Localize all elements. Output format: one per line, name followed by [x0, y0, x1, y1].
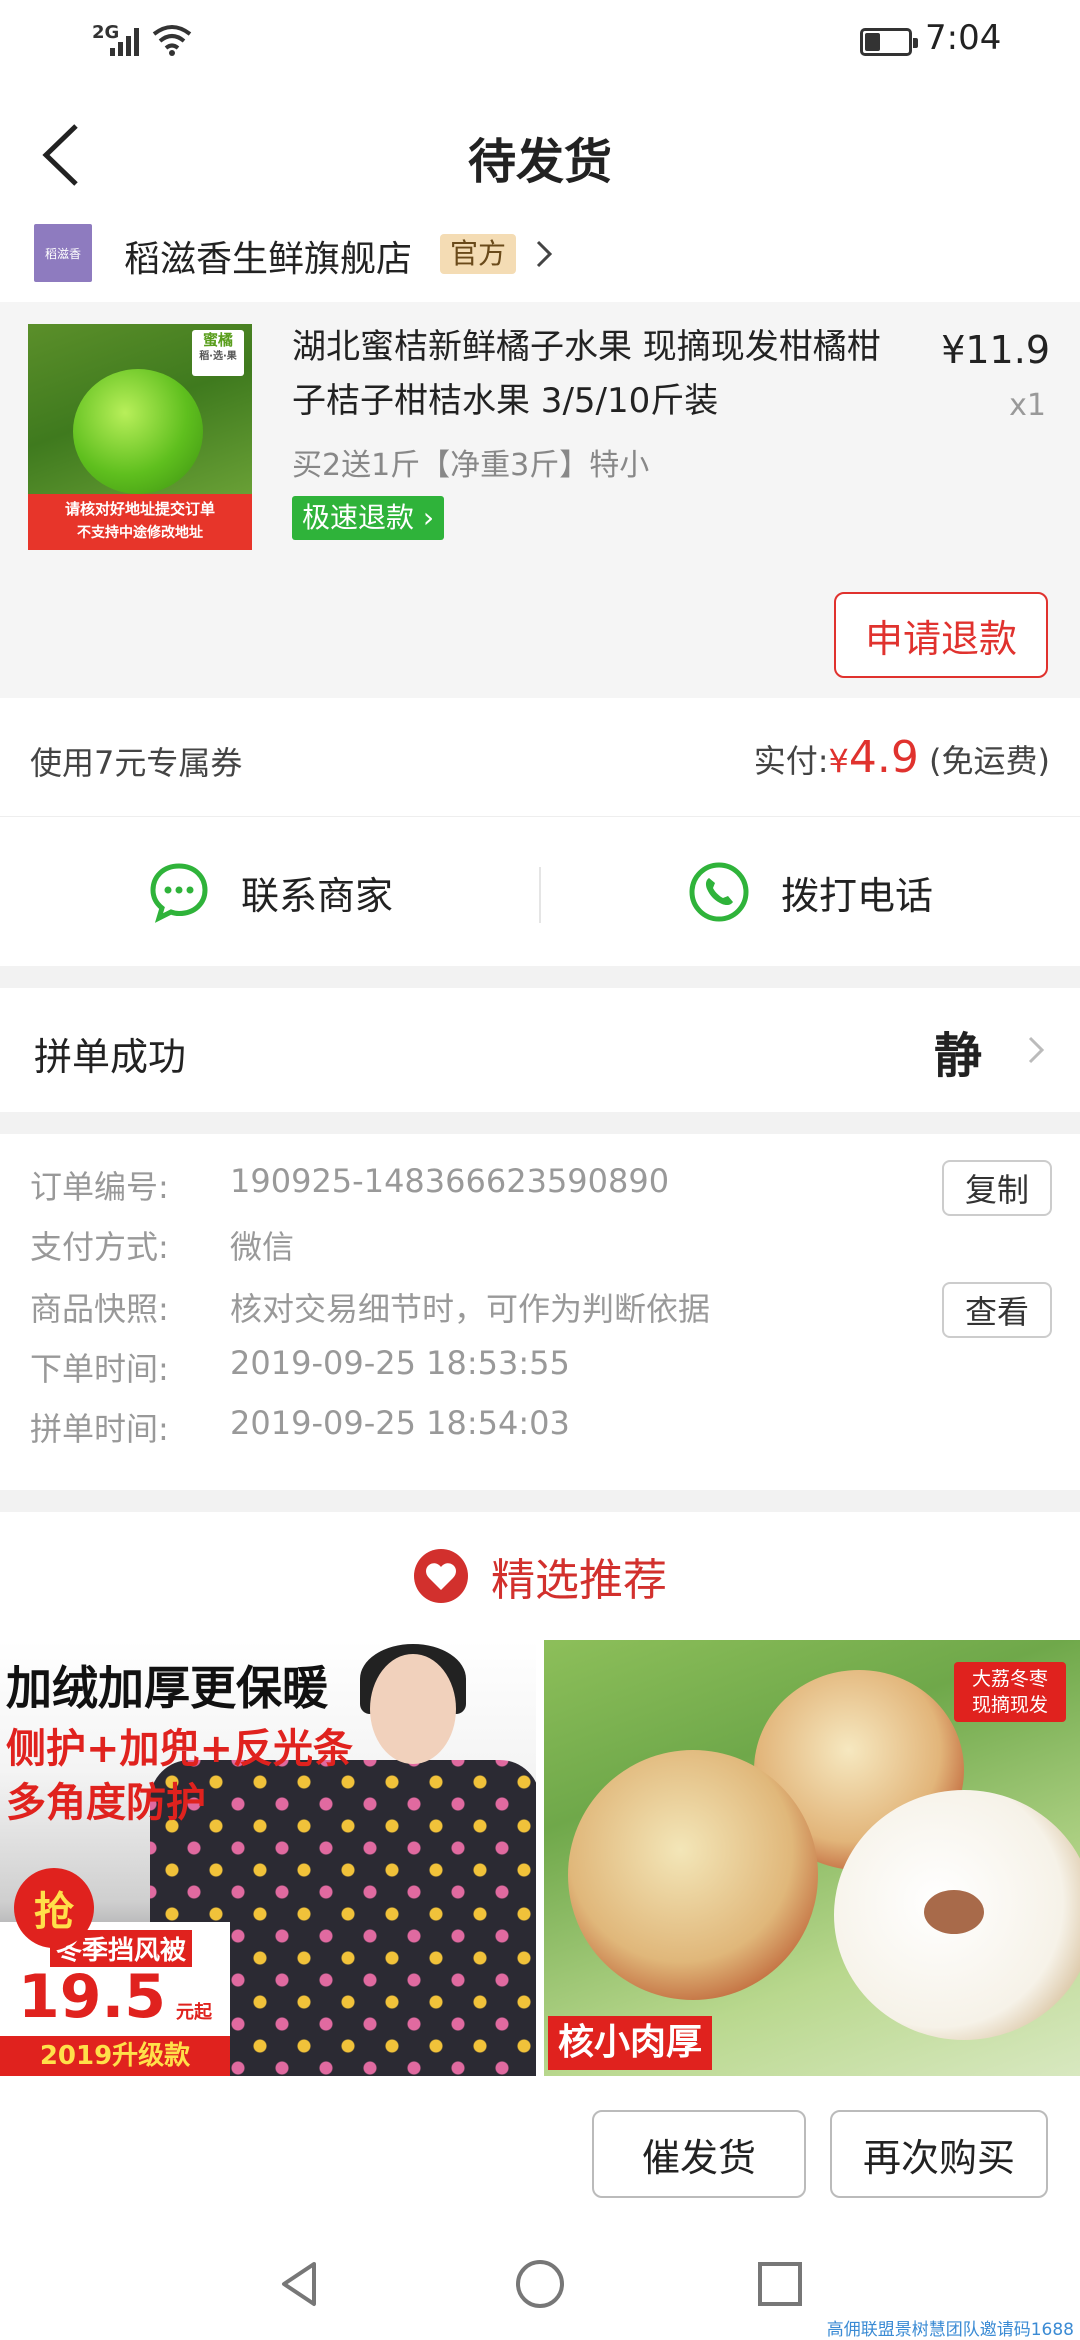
- apply-refund-button[interactable]: 申请退款: [834, 592, 1048, 678]
- rebuy-button[interactable]: 再次购买: [830, 2110, 1048, 2198]
- system-nav-bar: 高佣联盟景树慧团队邀请码1688: [0, 2226, 1080, 2340]
- action-bar: 催发货 再次购买: [0, 2076, 1080, 2226]
- product-quantity: x1: [1009, 388, 1046, 423]
- group-time: 2019-09-25 18:54:03: [230, 1404, 570, 1442]
- section-gap: [0, 966, 1080, 988]
- contact-merchant-label: 联系商家: [240, 873, 393, 918]
- view-snapshot-button[interactable]: 查看: [942, 1282, 1052, 1338]
- product-title[interactable]: 湖北蜜桔新鲜橘子水果 现摘现发柑橘柑子桔子柑桔水果 3/5/10斤装: [292, 320, 912, 428]
- product-image-banner: 请核对好地址提交订单 不支持中途修改地址: [28, 494, 252, 550]
- promo-bottom: 2019升级款: [0, 2036, 230, 2076]
- call-button[interactable]: 拨打电话: [540, 817, 1080, 967]
- status-bar: 2G 7:04: [0, 0, 1080, 80]
- signal-icon: [110, 24, 144, 56]
- product-price: ¥11.9: [941, 328, 1050, 372]
- order-time: 2019-09-25 18:53:55: [230, 1344, 570, 1382]
- promo-feature: 侧护+加兜+反光条: [6, 1726, 354, 1772]
- section-gap: [0, 1112, 1080, 1134]
- section-gap: [0, 1490, 1080, 1512]
- grab-badge: 抢: [14, 1868, 94, 1948]
- paid-amount: 实付:¥4.9 (免运费): [754, 732, 1050, 783]
- order-number: 190925-148366623590890: [230, 1162, 670, 1200]
- paid-label: 实付:: [753, 742, 829, 780]
- header: 待发货: [0, 100, 1080, 210]
- product-label: 核小肉厚: [548, 2016, 713, 2070]
- contact-row: 联系商家 拨打电话: [0, 816, 1080, 966]
- battery-icon: [860, 28, 918, 56]
- coupon-text: 使用7元专属券: [30, 744, 243, 782]
- info-key: 支付方式:: [30, 1228, 169, 1266]
- shipping-note: (免运费): [929, 742, 1050, 780]
- snapshot-note: 核对交易细节时，可作为判断依据: [230, 1290, 711, 1328]
- chat-icon: [150, 863, 208, 923]
- page-title: 待发货: [467, 134, 612, 190]
- contact-merchant-button[interactable]: 联系商家: [0, 817, 540, 967]
- group-success-row[interactable]: 拼单成功 静: [0, 988, 1080, 1112]
- group-success-label: 拼单成功: [34, 1035, 187, 1079]
- remind-ship-button[interactable]: 催发货: [592, 2110, 806, 2198]
- avatar[interactable]: 静: [928, 1010, 1002, 1090]
- promo-headline: 加绒加厚更保暖: [6, 1661, 328, 1715]
- call-label: 拨打电话: [780, 873, 933, 918]
- info-key: 订单编号:: [30, 1168, 169, 1206]
- clock: 7:04: [925, 18, 1002, 58]
- info-key: 商品快照:: [30, 1290, 169, 1328]
- store-name[interactable]: 稻滋香生鲜旗舰店: [124, 230, 412, 282]
- watermark-text: 高佣联盟景树慧团队邀请码1688: [826, 2320, 1074, 2340]
- promo-unit: 元起: [176, 2002, 212, 2023]
- store-row[interactable]: 稻滋香 稻滋香生鲜旗舰店 官方: [0, 210, 1080, 302]
- product-image[interactable]: 蜜橘 稻·选·果 请核对好地址提交订单 不支持中途修改地址: [28, 324, 252, 550]
- heart-icon: [414, 1549, 468, 1603]
- wifi-icon: [152, 25, 192, 56]
- copy-button[interactable]: 复制: [942, 1160, 1052, 1216]
- info-key: 下单时间:: [30, 1350, 169, 1388]
- fast-refund-label: 极速退款: [302, 501, 415, 534]
- fast-refund-tag[interactable]: 极速退款 ›: [292, 496, 445, 540]
- product-tag: 大荔冬枣 现摘现发: [954, 1662, 1066, 1722]
- product-spec: 买2送1斤【净重3斤】特小: [292, 448, 650, 483]
- product-card[interactable]: 蜜橘 稻·选·果 请核对好地址提交订单 不支持中途修改地址 湖北蜜桔新鲜橘子水果…: [0, 302, 1080, 698]
- chevron-right-icon: ›: [414, 501, 435, 534]
- nav-recents-icon[interactable]: [750, 2254, 810, 2314]
- paid-value: 4.9: [848, 732, 919, 783]
- promo-feature-2: 多角度防护: [6, 1780, 206, 1826]
- promo-price-card: 冬季挡风被 19.5 元起 2019升级款: [0, 1922, 230, 2076]
- nav-back-icon[interactable]: [270, 2254, 330, 2314]
- model-face: [370, 1654, 456, 1764]
- chevron-right-icon[interactable]: [1024, 1028, 1048, 1072]
- recommend-title: 精选推荐: [0, 1512, 1080, 1640]
- nav-home-icon[interactable]: [510, 2254, 570, 2314]
- recommend-item-windshield[interactable]: 加绒加厚更保暖 侧护+加兜+反光条 多角度防护 冬季挡风被 19.5 元起 20…: [0, 1640, 536, 2076]
- phone-icon: [689, 862, 749, 922]
- order-info: 订单编号: 190925-148366623590890 支付方式: 微信 商品…: [0, 1134, 1080, 1490]
- store-logo: 稻滋香: [34, 224, 92, 282]
- promo-price: 19.5: [18, 1962, 167, 2032]
- jujube-seed: [924, 1890, 984, 1934]
- jujube-illustration: [568, 1750, 818, 2000]
- official-badge: 官方: [440, 234, 517, 274]
- info-key: 拼单时间:: [30, 1410, 169, 1448]
- product-image-tag: 蜜橘 稻·选·果: [192, 330, 244, 376]
- recommend-item-jujube[interactable]: 大荔冬枣 现摘现发 核小肉厚: [544, 1640, 1080, 2076]
- orange-illustration: [73, 369, 203, 494]
- recommend-label: 精选推荐: [491, 1555, 667, 1606]
- currency-symbol: ¥: [828, 742, 849, 780]
- payment-method: 微信: [230, 1228, 295, 1266]
- payment-row: 使用7元专属券 实付:¥4.9 (免运费): [0, 698, 1080, 816]
- chevron-right-icon[interactable]: [532, 234, 556, 274]
